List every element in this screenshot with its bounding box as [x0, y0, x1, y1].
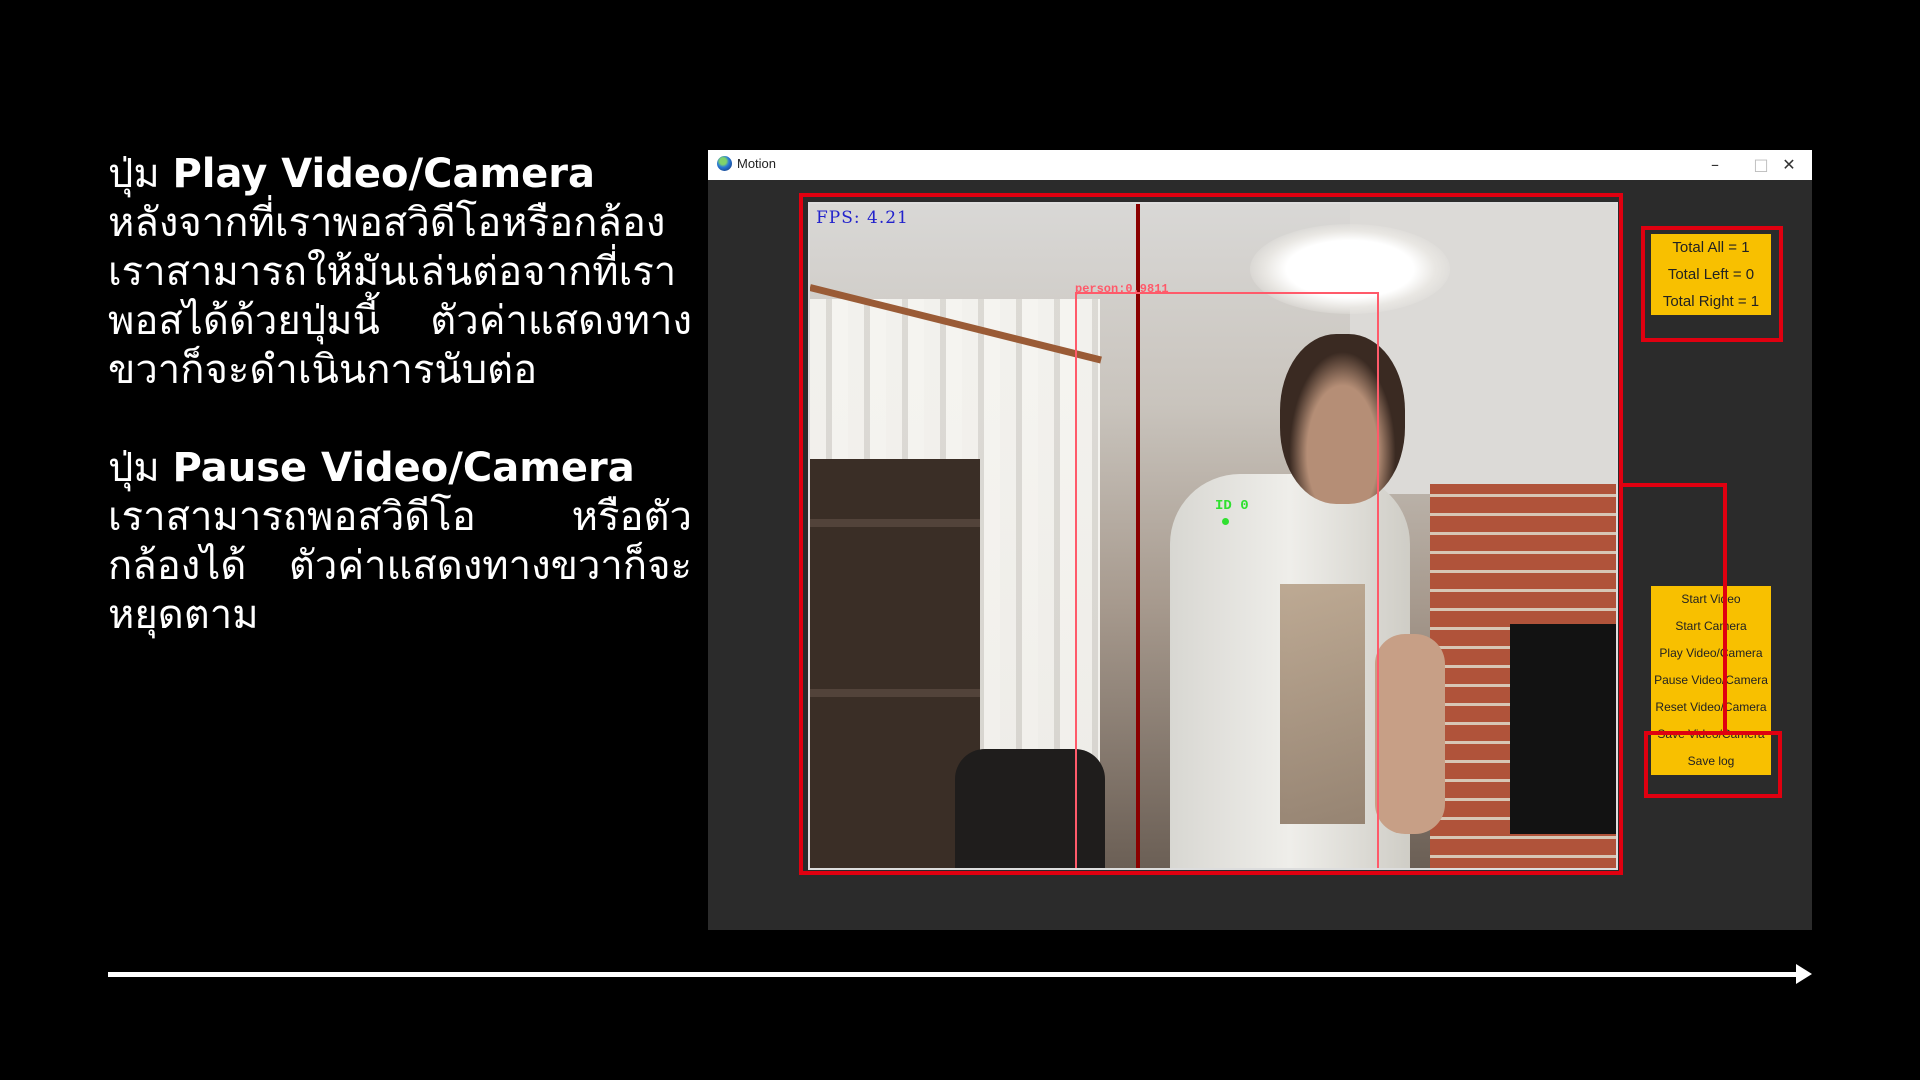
- close-icon[interactable]: ✕: [1766, 150, 1812, 180]
- timeline-line: [108, 972, 1796, 977]
- arrow-right-icon: [1796, 964, 1812, 984]
- reset-video-camera-button[interactable]: Reset Video/Camera: [1651, 694, 1771, 721]
- motion-window: Motion – □ ✕ person:0.9811 ID 0 FPS: 4.2…: [708, 150, 1812, 930]
- totals-highlight-box: [1641, 226, 1783, 342]
- play-video-camera-button[interactable]: Play Video/Camera: [1651, 640, 1771, 667]
- app-globe-icon: [717, 156, 732, 171]
- highlight-connector: [1623, 483, 1727, 487]
- start-camera-button[interactable]: Start Camera: [1651, 613, 1771, 640]
- play-pause-highlight-box: [1644, 731, 1782, 798]
- minimize-icon[interactable]: –: [1692, 150, 1738, 180]
- window-title: Motion: [737, 156, 777, 171]
- play-heading-name: Play Video/Camera: [172, 151, 595, 197]
- pause-heading-prefix: ปุ่ม: [108, 445, 173, 491]
- play-heading-prefix: ปุ่ม: [108, 151, 173, 197]
- play-description: ปุ่ม Play Video/Camera หลังจากที่เราพอสว…: [108, 150, 692, 395]
- highlight-connector: [1723, 483, 1727, 735]
- title-bar[interactable]: Motion – □ ✕: [708, 150, 1812, 180]
- pause-heading-name: Pause Video/Camera: [172, 445, 635, 491]
- start-video-button[interactable]: Start Video: [1651, 586, 1771, 613]
- pause-body: เราสามารถพอสวิดีโอ หรือตัว กล้องได้ ตัวค…: [108, 494, 692, 638]
- pause-heading: ปุ่ม Pause Video/Camera: [108, 444, 692, 493]
- play-heading: ปุ่ม Play Video/Camera: [108, 150, 692, 199]
- pause-description: ปุ่ม Pause Video/Camera เราสามารถพอสวิดี…: [108, 444, 692, 640]
- pause-video-camera-button[interactable]: Pause Video/Camera: [1651, 667, 1771, 694]
- video-highlight-box: [799, 193, 1623, 875]
- play-body: หลังจากที่เราพอสวิดีโอหรือกล้อง เราสามาร…: [108, 200, 692, 393]
